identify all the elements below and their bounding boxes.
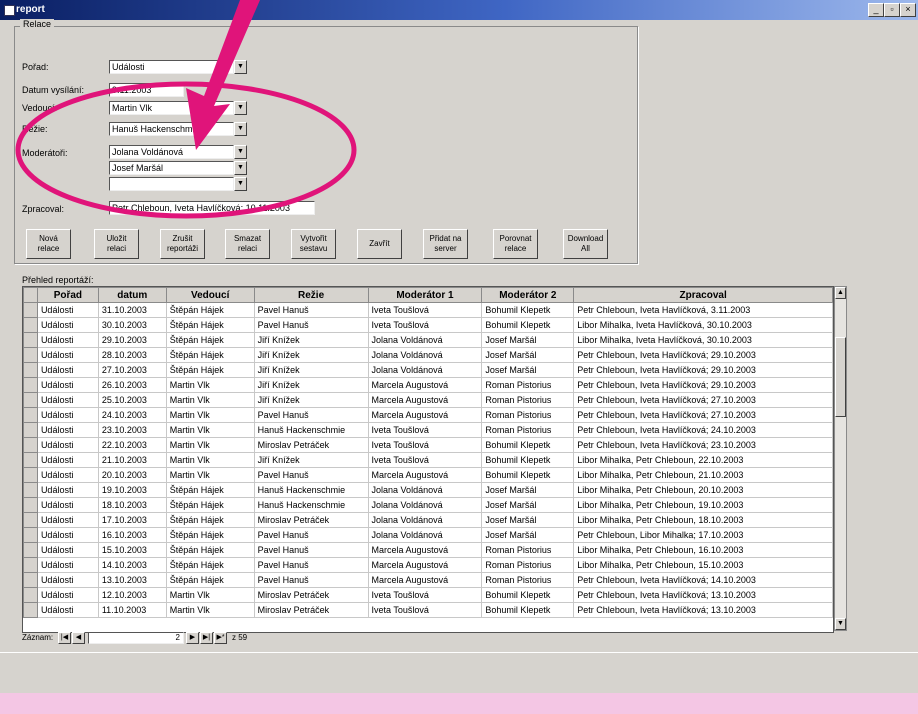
annotation-arrow-icon: [186, 0, 260, 150]
highlight-ellipse: [15, 81, 357, 219]
annotation-overlay: [15, 0, 357, 219]
